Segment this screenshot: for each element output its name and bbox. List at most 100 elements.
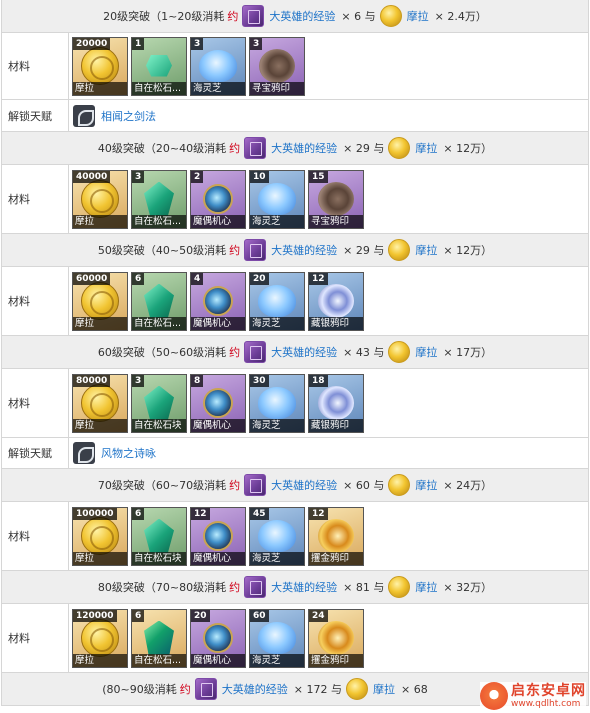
ascension-header: 80级突破（70~80级消耗约 大英雄的经验 × 81 与 摩拉 × 32万）: [2, 571, 588, 604]
material-count: 6: [132, 272, 145, 285]
material-count: 3: [250, 37, 263, 50]
hero-wit-book-icon: [244, 474, 267, 496]
hero-exp-link[interactable]: 大英雄的经验: [269, 8, 335, 24]
talent-row: 解锁天赋 风物之诗咏: [2, 438, 588, 469]
golden-insignia-icon: [318, 518, 354, 553]
material-count: 2: [191, 170, 204, 183]
mechanism-core-icon: [203, 387, 233, 418]
mechanism-core-icon: [203, 520, 233, 551]
material-name: 自在松石...: [132, 316, 186, 330]
sea-ganoderma-icon: [258, 621, 296, 654]
material-card[interactable]: 12 魔偶机心: [190, 506, 246, 566]
mora-link[interactable]: 摩拉: [415, 242, 437, 258]
material-card[interactable]: 60000 摩拉: [72, 271, 128, 331]
approx-label: 约: [229, 244, 241, 257]
talent-cell: 风物之诗咏: [69, 438, 588, 468]
talent-link[interactable]: 风物之诗咏: [101, 445, 156, 461]
jade-sliver-icon: [146, 54, 172, 77]
mora-multiplier: × 17万）: [443, 346, 493, 359]
mora-icon: [388, 576, 411, 598]
mora-link[interactable]: 摩拉: [415, 579, 437, 595]
material-name: 自在松石...: [132, 653, 186, 667]
sea-ganoderma-icon: [258, 182, 296, 215]
material-card[interactable]: 2 魔偶机心: [190, 169, 246, 229]
sea-ganoderma-icon: [258, 386, 296, 419]
mora-coin-icon: [81, 281, 119, 320]
material-card[interactable]: 15 寻宝鸦印: [308, 169, 364, 229]
material-card[interactable]: 10 海灵芝: [249, 169, 305, 229]
material-count: 3: [191, 37, 204, 50]
mora-coin-icon: [81, 516, 119, 555]
silver-insignia-icon: [318, 385, 354, 420]
material-card[interactable]: 60 海灵芝: [249, 608, 305, 668]
materials-label: 材料: [2, 267, 69, 335]
material-count: 20000: [73, 37, 111, 50]
mora-link[interactable]: 摩拉: [407, 8, 429, 24]
material-card[interactable]: 18 藏银鸦印: [308, 373, 364, 433]
material-card[interactable]: 20 魔偶机心: [190, 608, 246, 668]
material-name: 海灵芝: [250, 653, 304, 667]
material-card[interactable]: 6 自在松石块: [131, 506, 187, 566]
mora-multiplier: × 32万）: [443, 581, 493, 594]
material-name: 攫金鸦印: [309, 551, 363, 565]
materials-row: 材料 120000 摩拉 6 自在松石... 20 魔偶机心 60 海灵芝 24 攫金鸦印: [2, 604, 588, 673]
material-card[interactable]: 20 海灵芝: [249, 271, 305, 331]
material-card[interactable]: 30 海灵芝: [249, 373, 305, 433]
materials-row: 材料 20000 摩拉 1 自在松石... 3 海灵芝 3 寻宝鸦印: [2, 33, 588, 100]
material-card[interactable]: 12 藏银鸦印: [308, 271, 364, 331]
material-count: 15: [309, 170, 328, 183]
approx-label: 约: [229, 479, 241, 492]
materials-list: 40000 摩拉 3 自在松石... 2 魔偶机心 10 海灵芝 15 寻宝鸦印: [69, 165, 588, 233]
material-card[interactable]: 24 攫金鸦印: [308, 608, 364, 668]
golden-insignia-icon: [318, 620, 354, 655]
material-card[interactable]: 6 自在松石...: [131, 608, 187, 668]
hero-wit-book-icon: [244, 137, 267, 159]
mora-link[interactable]: 摩拉: [373, 681, 395, 697]
mora-coin-icon: [81, 46, 119, 85]
hero-wit-book-icon: [244, 341, 267, 363]
jade-chunk-icon: [144, 385, 174, 420]
hero-exp-link[interactable]: 大英雄的经验: [271, 242, 337, 258]
material-name: 摩拉: [73, 316, 127, 330]
hero-exp-link[interactable]: 大英雄的经验: [222, 681, 288, 697]
mora-link[interactable]: 摩拉: [415, 477, 437, 493]
material-card[interactable]: 12 攫金鸦印: [308, 506, 364, 566]
materials-list: 80000 摩拉 3 自在松石块 8 魔偶机心 30 海灵芝 18 藏银鸦印: [69, 369, 588, 437]
material-name: 海灵芝: [250, 551, 304, 565]
material-card[interactable]: 45 海灵芝: [249, 506, 305, 566]
material-card[interactable]: 3 自在松石块: [131, 373, 187, 433]
material-card[interactable]: 120000 摩拉: [72, 608, 128, 668]
material-name: 摩拉: [73, 214, 127, 228]
hero-exp-link[interactable]: 大英雄的经验: [271, 477, 337, 493]
talent-link[interactable]: 相闻之剑法: [101, 108, 156, 124]
material-card[interactable]: 1 自在松石...: [131, 36, 187, 96]
material-card[interactable]: 3 海灵芝: [190, 36, 246, 96]
ascension-title: 60级突破（50~60级消耗: [97, 346, 227, 359]
material-card[interactable]: 4 魔偶机心: [190, 271, 246, 331]
materials-row: 材料 60000 摩拉 6 自在松石... 4 魔偶机心 20 海灵芝 12 藏银鸦印: [2, 267, 588, 336]
mora-link[interactable]: 摩拉: [415, 140, 437, 156]
sea-ganoderma-icon: [258, 284, 296, 317]
ascension-title: 80级突破（70~80级消耗: [97, 581, 227, 594]
material-card[interactable]: 80000 摩拉: [72, 373, 128, 433]
material-count: 20: [191, 609, 210, 622]
material-card[interactable]: 6 自在松石...: [131, 271, 187, 331]
material-card[interactable]: 8 魔偶机心: [190, 373, 246, 433]
material-name: 攫金鸦印: [309, 653, 363, 667]
ascension-header: 70级突破（60~70级消耗约 大英雄的经验 × 60 与 摩拉 × 24万）: [2, 469, 588, 502]
material-card[interactable]: 3 寻宝鸦印: [249, 36, 305, 96]
materials-label: 材料: [2, 604, 69, 672]
talent-label: 解锁天赋: [2, 100, 69, 131]
ascension-title: (80~90级消耗: [102, 683, 177, 696]
material-card[interactable]: 100000 摩拉: [72, 506, 128, 566]
material-card[interactable]: 3 自在松石...: [131, 169, 187, 229]
material-card[interactable]: 20000 摩拉: [72, 36, 128, 96]
hero-exp-link[interactable]: 大英雄的经验: [271, 344, 337, 360]
material-count: 18: [309, 374, 328, 387]
mora-multiplier: × 68: [401, 682, 428, 696]
silver-insignia-icon: [318, 283, 354, 318]
mora-link[interactable]: 摩拉: [415, 344, 437, 360]
hero-exp-link[interactable]: 大英雄的经验: [271, 140, 337, 156]
material-card[interactable]: 40000 摩拉: [72, 169, 128, 229]
hero-exp-link[interactable]: 大英雄的经验: [271, 579, 337, 595]
